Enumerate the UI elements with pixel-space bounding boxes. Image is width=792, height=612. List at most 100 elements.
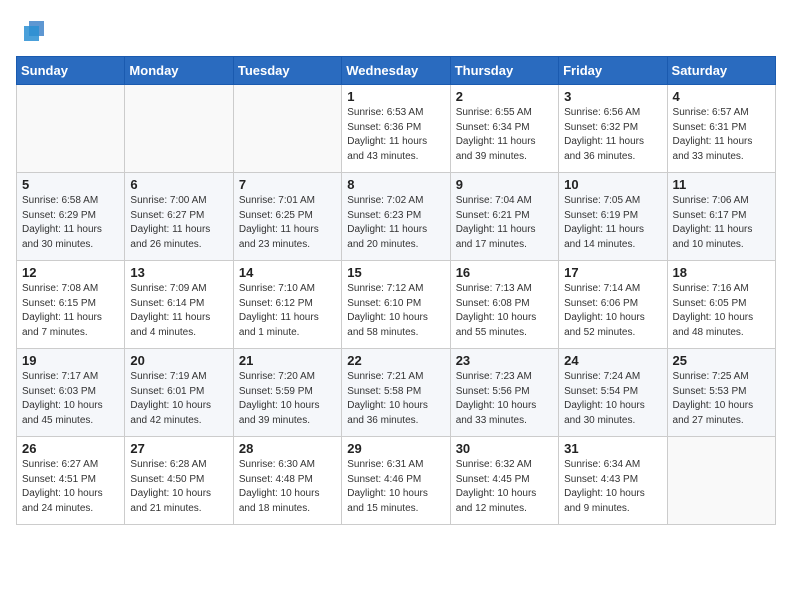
- calendar-body: 1 Sunrise: 6:53 AMSunset: 6:36 PMDaylight…: [17, 85, 776, 525]
- calendar-cell: [667, 437, 775, 525]
- calendar-cell: 31Sunrise: 6:34 AMSunset: 4:43 PMDayligh…: [559, 437, 667, 525]
- day-info: Sunrise: 7:12 AMSunset: 6:10 PMDaylight:…: [347, 282, 444, 340]
- day-number: 15: [347, 265, 444, 280]
- day-number: 11: [673, 177, 770, 192]
- day-number: 9: [456, 177, 553, 192]
- calendar-cell: 22 Sunrise: 7:21 AMSunset: 5:58 PMDayligh…: [342, 349, 450, 437]
- calendar-cell: 26 Sunrise: 6:27 AMSunset: 4:51 PMDayligh…: [17, 437, 125, 525]
- day-info: Sunrise: 7:17 AMSunset: 6:03 PMDaylight:…: [22, 370, 119, 428]
- day-info: Sunrise: 6:56 AMSunset: 6:32 PMDaylight:…: [564, 106, 661, 164]
- weekday-header-wednesday: Wednesday: [342, 57, 450, 85]
- calendar-cell: 12 Sunrise: 7:08 AMSunset: 6:15 PMDayligh…: [17, 261, 125, 349]
- calendar-cell: 2 Sunrise: 6:55 AMSunset: 6:34 PMDaylight…: [450, 85, 558, 173]
- day-info: Sunrise: 7:24 AMSunset: 5:54 PMDaylight:…: [564, 370, 661, 428]
- day-number: 7: [239, 177, 336, 192]
- day-info: Sunrise: 7:04 AMSunset: 6:21 PMDaylight:…: [456, 194, 553, 252]
- day-number: 3: [564, 89, 661, 104]
- day-info: Sunrise: 7:20 AMSunset: 5:59 PMDaylight:…: [239, 370, 336, 428]
- day-info: Sunrise: 7:23 AMSunset: 5:56 PMDaylight:…: [456, 370, 553, 428]
- day-number: 21: [239, 353, 336, 368]
- calendar-cell: 5 Sunrise: 6:58 AMSunset: 6:29 PMDaylight…: [17, 173, 125, 261]
- day-info: Sunrise: 7:06 AMSunset: 6:17 PMDaylight:…: [673, 194, 770, 252]
- day-info: Sunrise: 7:08 AMSunset: 6:15 PMDaylight:…: [22, 282, 119, 340]
- day-number: 25: [673, 353, 770, 368]
- calendar-cell: 8Sunrise: 7:02 AMSunset: 6:23 PMDaylight…: [342, 173, 450, 261]
- calendar-cell: 29Sunrise: 6:31 AMSunset: 4:46 PMDayligh…: [342, 437, 450, 525]
- calendar-cell: 30 Sunrise: 6:32 AMSunset: 4:45 PMDayligh…: [450, 437, 558, 525]
- day-info: Sunrise: 7:01 AMSunset: 6:25 PMDaylight:…: [239, 194, 336, 252]
- calendar-cell: 21 Sunrise: 7:20 AMSunset: 5:59 PMDayligh…: [233, 349, 341, 437]
- logo-wordmark: [16, 16, 49, 46]
- day-info: Sunrise: 7:14 AMSunset: 6:06 PMDaylight:…: [564, 282, 661, 340]
- day-number: 28: [239, 441, 336, 456]
- day-info: Sunrise: 6:53 AMSunset: 6:36 PMDaylight:…: [347, 106, 444, 164]
- calendar-table: SundayMondayTuesdayWednesdayThursdayFrid…: [16, 56, 776, 525]
- calendar-cell: 16 Sunrise: 7:13 AMSunset: 6:08 PMDayligh…: [450, 261, 558, 349]
- calendar-cell: 19 Sunrise: 7:17 AMSunset: 6:03 PMDayligh…: [17, 349, 125, 437]
- day-number: 18: [673, 265, 770, 280]
- day-number: 16: [456, 265, 553, 280]
- day-info: Sunrise: 6:57 AMSunset: 6:31 PMDaylight:…: [673, 106, 770, 164]
- calendar-cell: 24 Sunrise: 7:24 AMSunset: 5:54 PMDayligh…: [559, 349, 667, 437]
- weekday-header-thursday: Thursday: [450, 57, 558, 85]
- calendar-week-row: 1 Sunrise: 6:53 AMSunset: 6:36 PMDaylight…: [17, 85, 776, 173]
- calendar-cell: 23 Sunrise: 7:23 AMSunset: 5:56 PMDayligh…: [450, 349, 558, 437]
- calendar-cell: 1 Sunrise: 6:53 AMSunset: 6:36 PMDaylight…: [342, 85, 450, 173]
- day-number: 24: [564, 353, 661, 368]
- day-number: 22: [347, 353, 444, 368]
- weekday-header-monday: Monday: [125, 57, 233, 85]
- weekday-header-friday: Friday: [559, 57, 667, 85]
- day-number: 17: [564, 265, 661, 280]
- weekday-header-sunday: Sunday: [17, 57, 125, 85]
- day-info: Sunrise: 6:34 AMSunset: 4:43 PMDaylight:…: [564, 458, 661, 516]
- day-info: Sunrise: 6:55 AMSunset: 6:34 PMDaylight:…: [456, 106, 553, 164]
- weekday-header-tuesday: Tuesday: [233, 57, 341, 85]
- calendar-cell: [17, 85, 125, 173]
- day-number: 10: [564, 177, 661, 192]
- day-number: 30: [456, 441, 553, 456]
- calendar-cell: 11 Sunrise: 7:06 AMSunset: 6:17 PMDayligh…: [667, 173, 775, 261]
- day-info: Sunrise: 7:13 AMSunset: 6:08 PMDaylight:…: [456, 282, 553, 340]
- day-number: 26: [22, 441, 119, 456]
- day-info: Sunrise: 6:58 AMSunset: 6:29 PMDaylight:…: [22, 194, 119, 252]
- day-number: 14: [239, 265, 336, 280]
- calendar-cell: 7 Sunrise: 7:01 AMSunset: 6:25 PMDaylight…: [233, 173, 341, 261]
- day-info: Sunrise: 6:31 AMSunset: 4:46 PMDaylight:…: [347, 458, 444, 516]
- calendar-cell: [125, 85, 233, 173]
- day-info: Sunrise: 6:27 AMSunset: 4:51 PMDaylight:…: [22, 458, 119, 516]
- day-number: 13: [130, 265, 227, 280]
- weekday-header-saturday: Saturday: [667, 57, 775, 85]
- day-number: 6: [130, 177, 227, 192]
- day-number: 23: [456, 353, 553, 368]
- calendar-cell: 28 Sunrise: 6:30 AMSunset: 4:48 PMDayligh…: [233, 437, 341, 525]
- calendar-week-row: 12 Sunrise: 7:08 AMSunset: 6:15 PMDayligh…: [17, 261, 776, 349]
- day-info: Sunrise: 6:28 AMSunset: 4:50 PMDaylight:…: [130, 458, 227, 516]
- day-number: 2: [456, 89, 553, 104]
- day-number: 12: [22, 265, 119, 280]
- page-header: [16, 16, 776, 46]
- calendar-header-row: SundayMondayTuesdayWednesdayThursdayFrid…: [17, 57, 776, 85]
- calendar-cell: 15 Sunrise: 7:12 AMSunset: 6:10 PMDayligh…: [342, 261, 450, 349]
- day-number: 19: [22, 353, 119, 368]
- calendar-cell: [233, 85, 341, 173]
- day-info: Sunrise: 7:09 AMSunset: 6:14 PMDaylight:…: [130, 282, 227, 340]
- calendar-week-row: 5 Sunrise: 6:58 AMSunset: 6:29 PMDaylight…: [17, 173, 776, 261]
- day-info: Sunrise: 7:21 AMSunset: 5:58 PMDaylight:…: [347, 370, 444, 428]
- day-info: Sunrise: 6:32 AMSunset: 4:45 PMDaylight:…: [456, 458, 553, 516]
- calendar-cell: 25 Sunrise: 7:25 AMSunset: 5:53 PMDayligh…: [667, 349, 775, 437]
- day-number: 27: [130, 441, 227, 456]
- day-info: Sunrise: 7:25 AMSunset: 5:53 PMDaylight:…: [673, 370, 770, 428]
- calendar-cell: 17 Sunrise: 7:14 AMSunset: 6:06 PMDayligh…: [559, 261, 667, 349]
- calendar-cell: 4Sunrise: 6:57 AMSunset: 6:31 PMDaylight…: [667, 85, 775, 173]
- day-info: Sunrise: 7:02 AMSunset: 6:23 PMDaylight:…: [347, 194, 444, 252]
- calendar-week-row: 19 Sunrise: 7:17 AMSunset: 6:03 PMDayligh…: [17, 349, 776, 437]
- logo-icon: [19, 16, 49, 46]
- calendar-week-row: 26 Sunrise: 6:27 AMSunset: 4:51 PMDayligh…: [17, 437, 776, 525]
- calendar-cell: 6Sunrise: 7:00 AMSunset: 6:27 PMDaylight…: [125, 173, 233, 261]
- day-info: Sunrise: 7:19 AMSunset: 6:01 PMDaylight:…: [130, 370, 227, 428]
- day-info: Sunrise: 6:30 AMSunset: 4:48 PMDaylight:…: [239, 458, 336, 516]
- day-number: 1: [347, 89, 444, 104]
- calendar-cell: 14Sunrise: 7:10 AMSunset: 6:12 PMDayligh…: [233, 261, 341, 349]
- calendar-cell: 18Sunrise: 7:16 AMSunset: 6:05 PMDayligh…: [667, 261, 775, 349]
- day-number: 5: [22, 177, 119, 192]
